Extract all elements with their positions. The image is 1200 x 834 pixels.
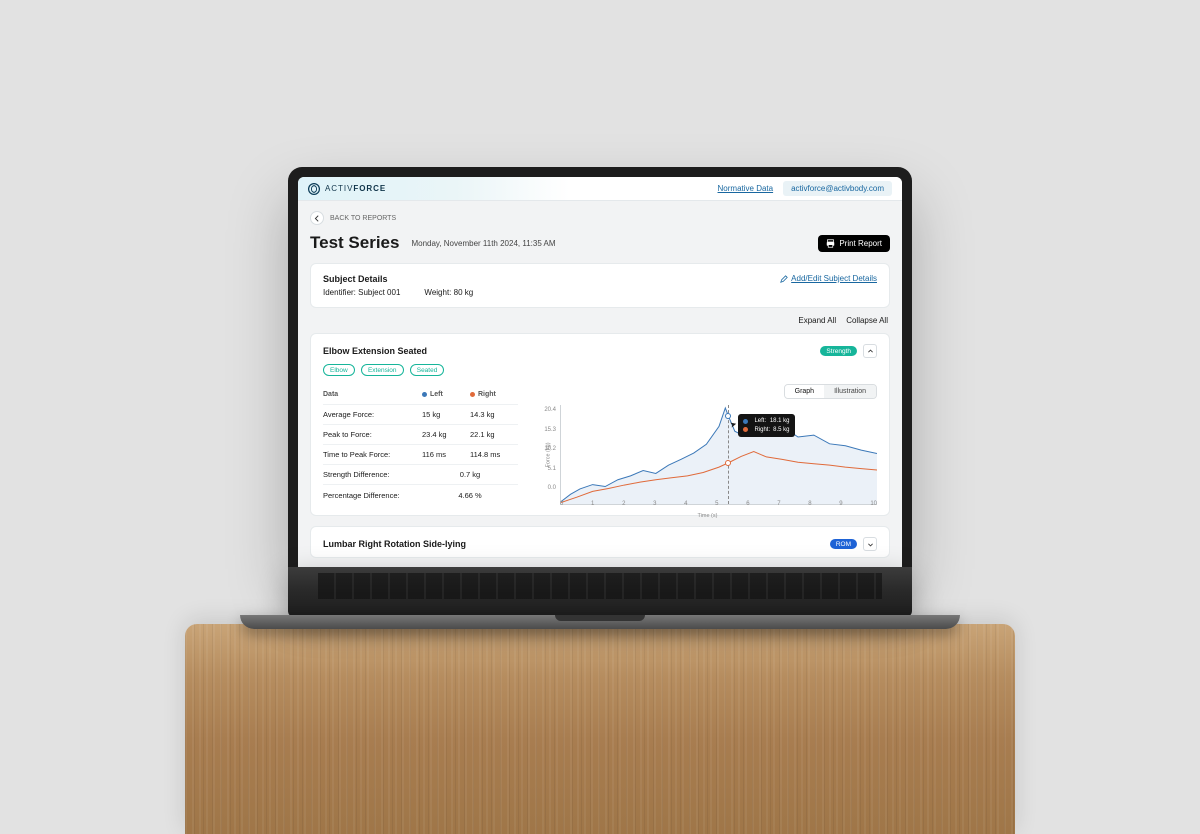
page-datetime: Monday, November 11th 2024, 11:35 AM (411, 239, 555, 248)
app-root: ACTIVFORCE Normative Data activforce@act… (298, 177, 902, 567)
panel1-tags: Elbow Extension Seated (323, 364, 877, 376)
printer-icon (826, 239, 835, 248)
topbar: ACTIVFORCE Normative Data activforce@act… (298, 177, 902, 201)
brand-suffix: FORCE (353, 184, 386, 193)
metric-left: 23.4 kg (422, 430, 470, 439)
summary-value: 0.7 kg (422, 470, 518, 479)
brand: ACTIVFORCE (308, 183, 386, 195)
toggle-illustration[interactable]: Illustration (824, 385, 876, 398)
identifier-value: Subject 001 (358, 288, 400, 297)
y-axis-label: Force (kg) (546, 442, 552, 467)
panel1-title: Elbow Extension Seated (323, 346, 427, 356)
chevron-up-icon (867, 348, 874, 355)
tag-elbow: Elbow (323, 364, 355, 376)
chart-plot-area: ➤ Left:18.1 kg Right:8.5 kg (560, 405, 877, 505)
subject-identifier: Identifier: Subject 001 (323, 288, 400, 297)
metrics-table: Data Left Right Average Force: 15 kg 14.… (323, 384, 518, 505)
col-right-label: Right (478, 391, 496, 398)
chevron-down-icon (867, 541, 874, 548)
tooltip-right-label: Right: (754, 426, 770, 434)
summary-label: Strength Difference: (323, 470, 422, 479)
panel2-title: Lumbar Right Rotation Side-lying (323, 539, 824, 549)
summary-value: 4.66 % (422, 491, 518, 500)
chart-column: Graph Illustration Force (kg) 20.415.310… (538, 384, 877, 505)
brand-prefix: ACTIV (325, 184, 353, 193)
user-email-chip[interactable]: activforce@activbody.com (783, 181, 892, 196)
metric-left: 116 ms (422, 450, 470, 459)
tooltip-right-value: 8.5 kg (773, 426, 789, 434)
page-header: Test Series Monday, November 11th 2024, … (310, 233, 890, 253)
toggle-graph[interactable]: Graph (785, 385, 824, 398)
arrow-left-icon (314, 215, 321, 222)
back-button[interactable] (310, 211, 324, 225)
edit-subject-link[interactable]: Add/Edit Subject Details (780, 274, 877, 283)
summary-label: Percentage Difference: (323, 491, 422, 500)
list-controls: Expand All Collapse All (312, 316, 888, 325)
subject-details-card: Subject Details Identifier: Subject 001 … (310, 263, 890, 308)
tooltip-left-value: 18.1 kg (770, 417, 790, 425)
strength-badge: Strength (820, 346, 857, 356)
brand-logo-icon (308, 183, 320, 195)
breadcrumb-back: BACK TO REPORTS (310, 211, 890, 225)
table-row: Peak to Force: 23.4 kg 22.1 kg (323, 425, 518, 445)
metric-right: 22.1 kg (470, 430, 518, 439)
edit-subject-label: Add/Edit Subject Details (791, 274, 877, 283)
chart-tooltip: Left: 18.1 kg Right:8.5 kg (738, 414, 794, 437)
collapse-all-button[interactable]: Collapse All (846, 316, 888, 325)
back-label: BACK TO REPORTS (330, 215, 396, 222)
tag-extension: Extension (361, 364, 404, 376)
metric-left: 15 kg (422, 410, 470, 419)
test-panel-lumbar: Lumbar Right Rotation Side-lying ROM (310, 526, 890, 558)
tag-seated: Seated (410, 364, 445, 376)
metric-label: Average Force: (323, 410, 422, 419)
col-left-label: Left (430, 391, 443, 398)
laptop-mockup: ACTIVFORCE Normative Data activforce@act… (288, 167, 912, 629)
desk-surface (185, 624, 1015, 834)
summary-row: Percentage Difference: 4.66 % (323, 485, 518, 505)
metric-right: 114.8 ms (470, 450, 518, 459)
brand-name: ACTIVFORCE (325, 184, 386, 193)
view-toggle: Graph Illustration (784, 384, 877, 399)
page-title: Test Series (310, 233, 399, 253)
weight-label: Weight: (424, 288, 451, 297)
metric-label: Peak to Force: (323, 430, 422, 439)
col-right: Right (470, 391, 518, 398)
subject-weight: Weight: 80 kg (424, 288, 473, 297)
panel1-collapse-button[interactable] (863, 344, 877, 358)
subject-heading: Subject Details (323, 274, 473, 284)
metric-right: 14.3 kg (470, 410, 518, 419)
expand-all-button[interactable]: Expand All (798, 316, 836, 325)
x-axis-ticks: 012345678910 (560, 501, 877, 507)
test-panel-elbow: Elbow Extension Seated Strength Elbow Ex… (310, 333, 890, 516)
table-row: Time to Peak Force: 116 ms 114.8 ms (323, 445, 518, 465)
table-row: Average Force: 15 kg 14.3 kg (323, 405, 518, 425)
weight-value: 80 kg (454, 288, 474, 297)
col-left: Left (422, 391, 470, 398)
summary-row: Strength Difference: 0.7 kg (323, 465, 518, 485)
print-label: Print Report (839, 239, 882, 248)
x-axis-label: Time (s) (698, 513, 718, 519)
col-data: Data (323, 391, 422, 398)
print-report-button[interactable]: Print Report (818, 235, 890, 252)
rom-badge: ROM (830, 539, 857, 549)
metric-label: Time to Peak Force: (323, 450, 422, 459)
pencil-icon (780, 275, 788, 283)
force-chart[interactable]: Force (kg) 20.415.310.25.10.0 ➤ (538, 405, 877, 505)
normative-data-link[interactable]: Normative Data (718, 184, 774, 193)
tooltip-left-label: Left: (754, 417, 766, 425)
identifier-label: Identifier: (323, 288, 356, 297)
panel2-expand-button[interactable] (863, 537, 877, 551)
